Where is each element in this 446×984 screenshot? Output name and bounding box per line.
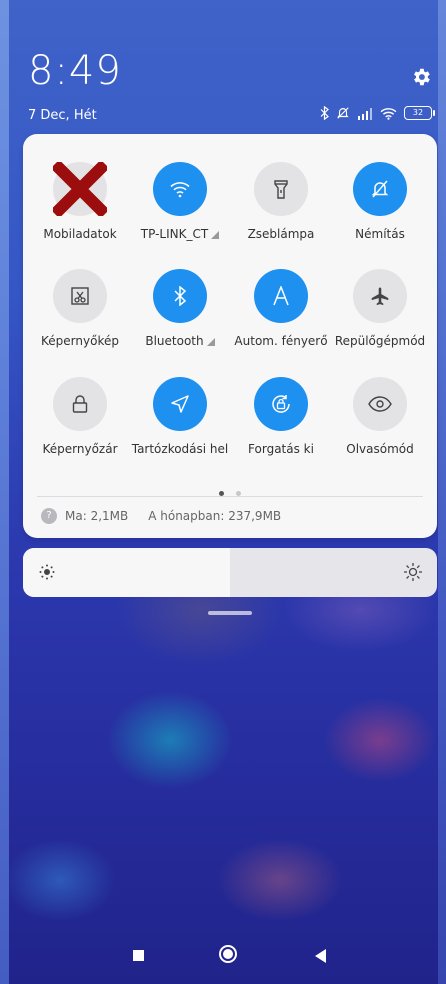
tile-screenshot-label: Képernyőkép — [41, 334, 119, 348]
tile-wifi-label: TP-LINK_CT — [140, 227, 209, 241]
mobile-data-icon — [53, 162, 107, 216]
page-indicator — [23, 481, 437, 500]
tile-screenshot[interactable]: Képernyőkép — [30, 269, 130, 348]
tile-rotation-label: Forgatás ki — [248, 442, 314, 456]
left-edge — [0, 0, 9, 984]
expand-triangle-icon — [206, 337, 215, 346]
tile-mobile-data[interactable]: Mobiladatok — [30, 162, 130, 241]
auto-brightness-icon — [254, 269, 308, 323]
recents-button[interactable] — [133, 950, 144, 961]
tile-flashlight-label: Zseblámpa — [247, 227, 315, 241]
date: 7 Dec, Hét — [28, 108, 97, 123]
tile-bluetooth-label: Bluetooth — [145, 334, 204, 348]
tile-reading-mode[interactable]: Olvasómód — [330, 377, 430, 456]
tile-screen-lock[interactable]: Képernyőzár — [30, 377, 130, 456]
lock-icon — [53, 377, 107, 431]
tile-bluetooth[interactable]: Bluetooth — [130, 269, 230, 348]
back-button[interactable] — [315, 949, 326, 963]
mute-icon — [337, 107, 349, 119]
drag-handle[interactable] — [208, 611, 252, 615]
signal-icon — [358, 107, 372, 120]
brightness-low-icon — [37, 562, 57, 582]
bluetooth-icon — [320, 106, 329, 120]
quick-settings-panel: Mobiladatok TP-LINK_CT Zseblámpa Némítás… — [23, 134, 437, 538]
data-usage-month: A hónapban: 237,9MB — [148, 509, 282, 523]
bluetooth-icon — [153, 269, 207, 323]
expand-triangle-icon — [211, 230, 220, 239]
wifi-icon — [153, 162, 207, 216]
battery-icon: 32 — [404, 106, 435, 120]
tile-screen-lock-label: Képernyőzár — [42, 442, 118, 456]
rotation-lock-icon — [254, 377, 308, 431]
tile-mute-label: Némítás — [355, 227, 405, 241]
tile-rotation[interactable]: Forgatás ki — [231, 377, 331, 456]
wifi-icon — [380, 107, 397, 120]
tile-location[interactable]: Tartózkodási hel — [130, 377, 230, 456]
tile-location-label: Tartózkodási hel — [131, 442, 229, 456]
tile-reading-mode-label: Olvasómód — [346, 442, 414, 456]
tile-wifi[interactable]: TP-LINK_CT — [130, 162, 230, 241]
tile-airplane-label: Repülőgépmód — [334, 334, 426, 348]
help-icon[interactable]: ? — [41, 508, 57, 524]
clock: 8:49 — [28, 48, 122, 94]
screenshot-icon — [53, 269, 107, 323]
settings-gear-icon[interactable] — [410, 66, 432, 88]
airplane-icon — [353, 269, 407, 323]
flashlight-icon — [254, 162, 308, 216]
home-button[interactable] — [219, 945, 237, 963]
data-usage-today: Ma: 2,1MB — [65, 509, 129, 523]
tile-mute[interactable]: Némítás — [330, 162, 430, 241]
brightness-slider[interactable] — [23, 548, 437, 597]
tile-auto-brightness[interactable]: Autom. fényerő — [231, 269, 331, 348]
reading-mode-icon — [353, 377, 407, 431]
divider — [37, 496, 423, 497]
tile-auto-brightness-label: Autom. fényerő — [234, 334, 328, 348]
brightness-high-icon — [403, 562, 423, 582]
right-edge — [438, 0, 446, 984]
tile-mobile-data-label: Mobiladatok — [43, 227, 117, 241]
status-bar-icons: 32 — [320, 106, 435, 120]
data-usage-row: ? Ma: 2,1MB A hónapban: 237,9MB — [41, 508, 281, 524]
mute-bell-icon — [353, 162, 407, 216]
tile-airplane[interactable]: Repülőgépmód — [330, 269, 430, 348]
tile-flashlight[interactable]: Zseblámpa — [231, 162, 331, 241]
location-icon — [153, 377, 207, 431]
navigation-bar — [0, 944, 446, 970]
